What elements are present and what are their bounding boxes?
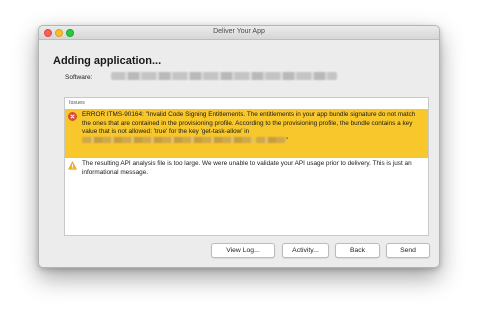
warning-message: The resulting API analysis file is too l… [82,160,412,176]
error-message: ERROR ITMS-90164: "Invalid Code Signing … [82,111,422,145]
redacted-bundle-id-cont: redacted [255,136,286,143]
redacted-bundle-id: redacted [82,136,254,143]
page-title: Adding application... [53,55,162,67]
send-button[interactable]: Send [386,243,430,258]
deliver-app-window: Deliver Your App Adding application... S… [38,25,440,268]
warning-icon [68,161,77,170]
software-label: Software: [65,74,93,81]
title-bar[interactable]: Deliver Your App [39,26,439,40]
issues-list[interactable]: Issues ERROR ITMS-90164: "Invalid Code S… [64,97,429,236]
issues-header: Issues [69,100,85,106]
back-button[interactable]: Back [335,243,380,258]
issue-row-error[interactable]: ERROR ITMS-90164: "Invalid Code Signing … [65,109,428,158]
error-message-text: ERROR ITMS-90164: "Invalid Code Signing … [82,111,416,135]
error-message-end: " [285,136,289,144]
window-title: Deliver Your App [213,28,265,35]
software-value-redacted: redacted [111,72,337,80]
issue-row-warning[interactable]: The resulting API analysis file is too l… [65,158,428,184]
error-icon [68,112,77,121]
activity-button[interactable]: Activity... [282,243,329,258]
view-log-button[interactable]: View Log... [211,243,275,258]
